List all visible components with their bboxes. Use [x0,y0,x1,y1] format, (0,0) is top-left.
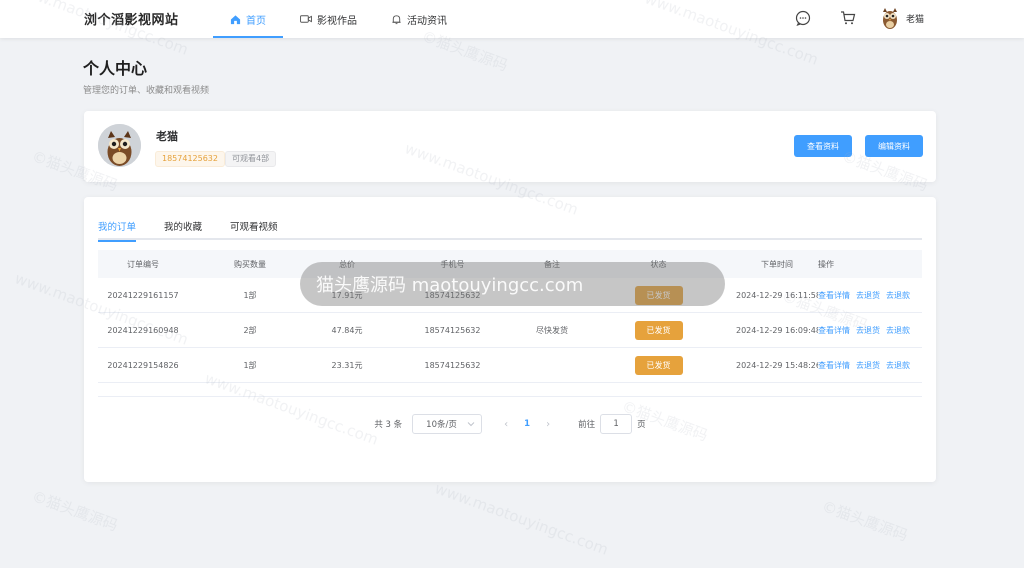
table-row: 20241229154826 1部 23.31元 18574125632 已发货… [98,348,922,383]
video-icon [300,15,312,23]
tab-bar: 我的订单 我的收藏 可观看视频 [98,217,922,242]
edit-profile-button[interactable]: 编辑资料 [865,135,923,157]
return-link[interactable]: 去退货 [856,326,880,335]
order-time: 2024-12-29 16:09:48 [736,325,818,335]
orders-table: 订单编号 购买数量 总价 手机号 备注 状态 下单时间 操作 202412291… [98,250,922,397]
col-total: 总价 [339,259,355,269]
col-time: 下单时间 [761,259,793,269]
order-phone: 18574125632 [424,325,481,335]
phone-tag: 18574125632 [155,151,225,167]
home-icon [230,14,241,24]
order-status-cell: 已发货 [581,320,736,340]
nav-home-label: 首页 [246,15,266,27]
goto-page: 前往 页 [578,414,646,434]
status-badge: 已发货 [634,355,683,375]
order-time: 2024-12-29 16:11:58 [736,290,818,300]
view-detail-link[interactable]: 查看详情 [818,361,850,370]
goto-label: 前往 [578,420,596,430]
goto-suffix: 页 [637,420,646,430]
watermark-text: www.maotouyingcc.com [432,479,611,559]
col-phone: 手机号 [440,259,465,269]
order-note: 尽快发货 [536,325,568,335]
order-actions: 查看详情 去退货 去退款 [818,360,922,371]
next-page-icon[interactable]: › [536,419,560,430]
page-size-select[interactable]: 10条/页 [412,414,483,434]
cart-icon[interactable] [840,10,856,29]
nav-home[interactable]: 首页 [213,0,283,38]
order-status-cell: 已发货 [581,285,736,305]
order-id: 20241229160948 [107,325,179,335]
refund-link[interactable]: 去退款 [886,361,910,370]
refund-link[interactable]: 去退款 [886,326,910,335]
col-quantity: 购买数量 [234,259,266,269]
pagination: 共 3 条 10条/页 ‹ 1 › 前往 页 [84,414,936,434]
nav-works[interactable]: 影视作品 [283,0,374,38]
pagination-total: 共 3 条 [374,420,403,430]
page-number-current[interactable]: 1 [518,419,536,429]
tab-my-favorites[interactable]: 我的收藏 [164,217,202,240]
order-phone: 18574125632 [424,360,481,370]
order-actions: 查看详情 去退货 去退款 [818,290,922,301]
nav-news[interactable]: 活动资讯 [374,0,464,38]
view-profile-button[interactable]: 查看资料 [794,135,852,157]
table-header: 订单编号 购买数量 总价 手机号 备注 状态 下单时间 操作 [98,250,922,278]
order-price: 47.84元 [331,325,363,335]
table-row: 20241229160948 2部 47.84元 18574125632 尽快发… [98,313,922,348]
watchable-count-tag: 可观看4部 [225,151,277,167]
message-icon[interactable] [795,10,811,29]
main-nav: 首页 影视作品 活动资讯 [213,0,464,38]
order-id: 20241229161157 [107,290,179,300]
prev-page-icon[interactable]: ‹ [494,419,518,430]
profile-name: 老猫 [156,130,178,143]
avatar [98,124,141,167]
top-navbar: 浏个滔影视网站 首页 影视作品 活动资讯 老猫 [0,0,1024,38]
user-menu[interactable]: 老猫 [880,6,924,30]
table-footer-divider [98,383,922,397]
bell-icon [392,14,401,24]
order-time: 2024-12-29 15:48:26 [736,360,818,370]
site-logo[interactable]: 浏个滔影视网站 [84,9,179,28]
status-badge: 已发货 [634,285,683,305]
owl-avatar-icon [98,124,141,167]
col-order-id: 订单编号 [127,259,159,269]
tab-watchable-videos[interactable]: 可观看视频 [230,217,278,240]
view-detail-link[interactable]: 查看详情 [818,291,850,300]
order-qty: 1部 [243,290,257,300]
order-price: 23.31元 [331,360,363,370]
orders-card: 我的订单 我的收藏 可观看视频 订单编号 购买数量 总价 手机号 备注 状态 下… [84,197,936,482]
refund-link[interactable]: 去退款 [886,291,910,300]
table-row: 20241229161157 1部 17.91元 18574125632 已发货… [98,278,922,313]
goto-page-input[interactable] [600,414,633,434]
order-qty: 1部 [243,360,257,370]
order-status-cell: 已发货 [581,355,736,375]
order-actions: 查看详情 去退货 去退款 [818,325,922,336]
page-size-value: 10条/页 [426,420,457,430]
watermark-text: ©猫头鹰源码 [819,497,911,545]
profile-card: 老猫 18574125632 可观看4部 查看资料 编辑资料 [84,111,936,182]
col-status: 状态 [650,259,667,269]
user-name: 老猫 [906,14,925,25]
page-title: 个人中心 [83,59,148,78]
watermark-text: ©猫头鹰源码 [29,487,121,535]
status-badge: 已发货 [634,320,683,340]
col-note: 备注 [544,259,560,269]
tab-my-orders[interactable]: 我的订单 [98,217,137,242]
view-detail-link[interactable]: 查看详情 [818,326,850,335]
owl-avatar-icon [883,8,897,29]
order-phone: 18574125632 [424,290,481,300]
col-actions: 操作 [818,259,834,269]
chevron-down-icon [467,422,475,427]
order-price: 17.91元 [331,290,363,300]
return-link[interactable]: 去退货 [856,291,880,300]
nav-news-label: 活动资讯 [407,15,447,27]
order-id: 20241229154826 [107,360,179,370]
page-subtitle: 管理您的订单、收藏和观看视频 [83,86,210,96]
nav-works-label: 影视作品 [317,15,357,27]
order-qty: 2部 [243,325,257,335]
return-link[interactable]: 去退货 [856,361,880,370]
